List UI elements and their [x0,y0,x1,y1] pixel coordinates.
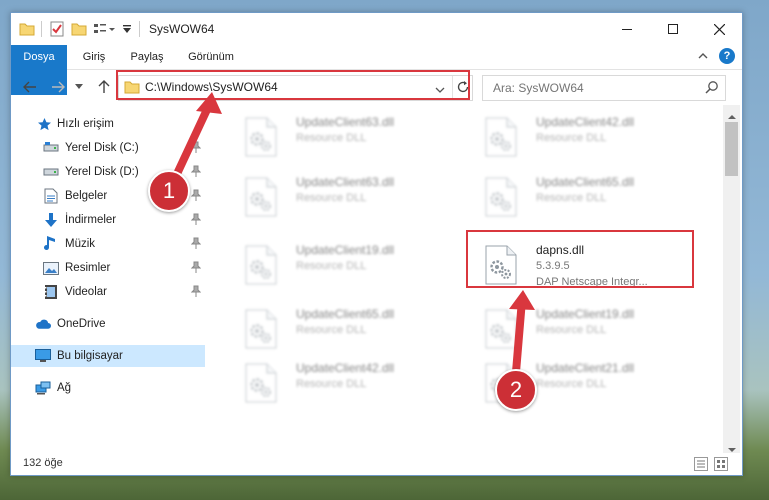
step-badge-1: 1 [148,170,190,212]
arrow-2 [512,296,526,376]
arrow-1-head [196,92,222,114]
arrow-1 [172,97,215,180]
step-badge-2: 2 [495,369,537,411]
arrow-2-head [509,290,535,310]
annotation-arrows [172,92,535,376]
